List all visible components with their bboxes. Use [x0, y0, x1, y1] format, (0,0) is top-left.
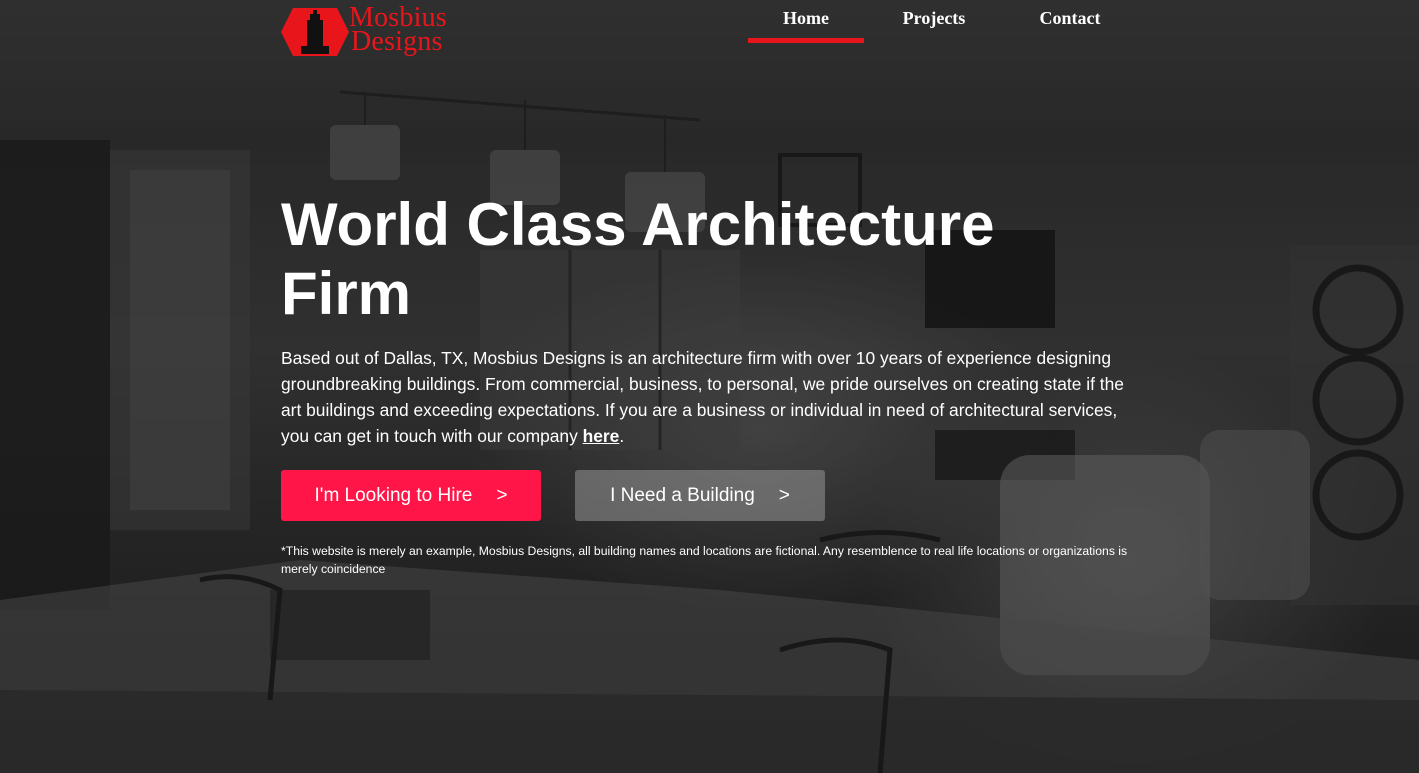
nav-contact-link[interactable]: Contact	[1018, 8, 1122, 29]
brand-logo[interactable]: Mosbius Designs	[281, 4, 486, 58]
page: Mosbius Designs Home Projects Contact Wo…	[0, 0, 1419, 773]
contact-here-link[interactable]: here	[583, 426, 620, 446]
hero-title: World Class Architecture Firm	[281, 191, 995, 327]
nav-projects-link[interactable]: Projects	[884, 8, 984, 29]
hero-description-text: Based out of Dallas, TX, Mosbius Designs…	[281, 348, 1124, 446]
need-building-button[interactable]: I Need a Building >	[575, 470, 825, 521]
need-building-button-label: I Need a Building	[610, 484, 755, 506]
hire-button-label: I'm Looking to Hire	[314, 484, 473, 506]
building-hexagon-logo-icon	[281, 8, 349, 56]
nav-active-indicator	[748, 38, 864, 43]
hire-button[interactable]: I'm Looking to Hire >	[281, 470, 541, 521]
nav-home-link[interactable]: Home	[748, 8, 864, 29]
hero-description: Based out of Dallas, TX, Mosbius Designs…	[281, 345, 1141, 449]
disclaimer-text: *This website is merely an example, Mosb…	[281, 544, 1128, 576]
brand-name: Mosbius Designs	[349, 4, 447, 57]
need-building-arrow-icon: >	[778, 484, 790, 506]
hire-arrow-icon: >	[496, 484, 508, 506]
brand-name-line2: Designs	[351, 26, 443, 57]
hero-description-end: .	[619, 426, 625, 446]
